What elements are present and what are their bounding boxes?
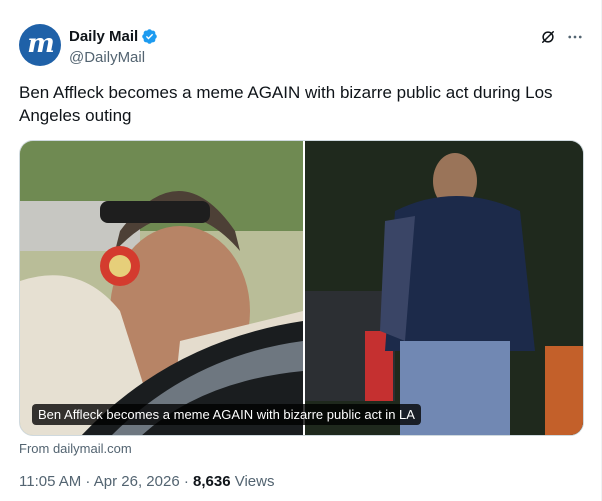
grok-icon[interactable]	[539, 28, 557, 46]
tweet-time[interactable]: 11:05 AM	[19, 473, 81, 490]
account-handle[interactable]: @DailyMail	[69, 49, 145, 66]
meta-separator-2: ·	[179, 473, 194, 490]
link-source[interactable]: From dailymail.com	[19, 441, 132, 456]
display-name-row[interactable]: Daily Mail	[69, 28, 158, 45]
tweet-card: m Daily Mail @DailyMail Ben Affleck beco…	[0, 0, 602, 501]
views-count[interactable]: 8,636	[193, 473, 231, 490]
tweet-meta: 11:05 AM · Apr 26, 2026 · 8,636 Views	[19, 473, 275, 490]
tweet-text: Ben Affleck becomes a meme AGAIN with bi…	[19, 83, 553, 125]
meta-separator: ·	[81, 473, 94, 490]
avatar-letter: m	[27, 29, 54, 59]
media-caption: Ben Affleck becomes a meme AGAIN with bi…	[32, 404, 421, 425]
verified-badge-icon	[142, 29, 157, 44]
avatar[interactable]: m	[19, 24, 61, 66]
link-card-media[interactable]: Ben Affleck becomes a meme AGAIN with bi…	[19, 140, 584, 436]
photo-right	[305, 141, 583, 435]
tweet-date[interactable]: Apr 26, 2026	[94, 473, 180, 490]
more-icon[interactable]	[566, 28, 584, 46]
photo-left	[20, 141, 303, 435]
display-name[interactable]: Daily Mail	[69, 28, 138, 45]
views-label: Views	[230, 473, 275, 490]
